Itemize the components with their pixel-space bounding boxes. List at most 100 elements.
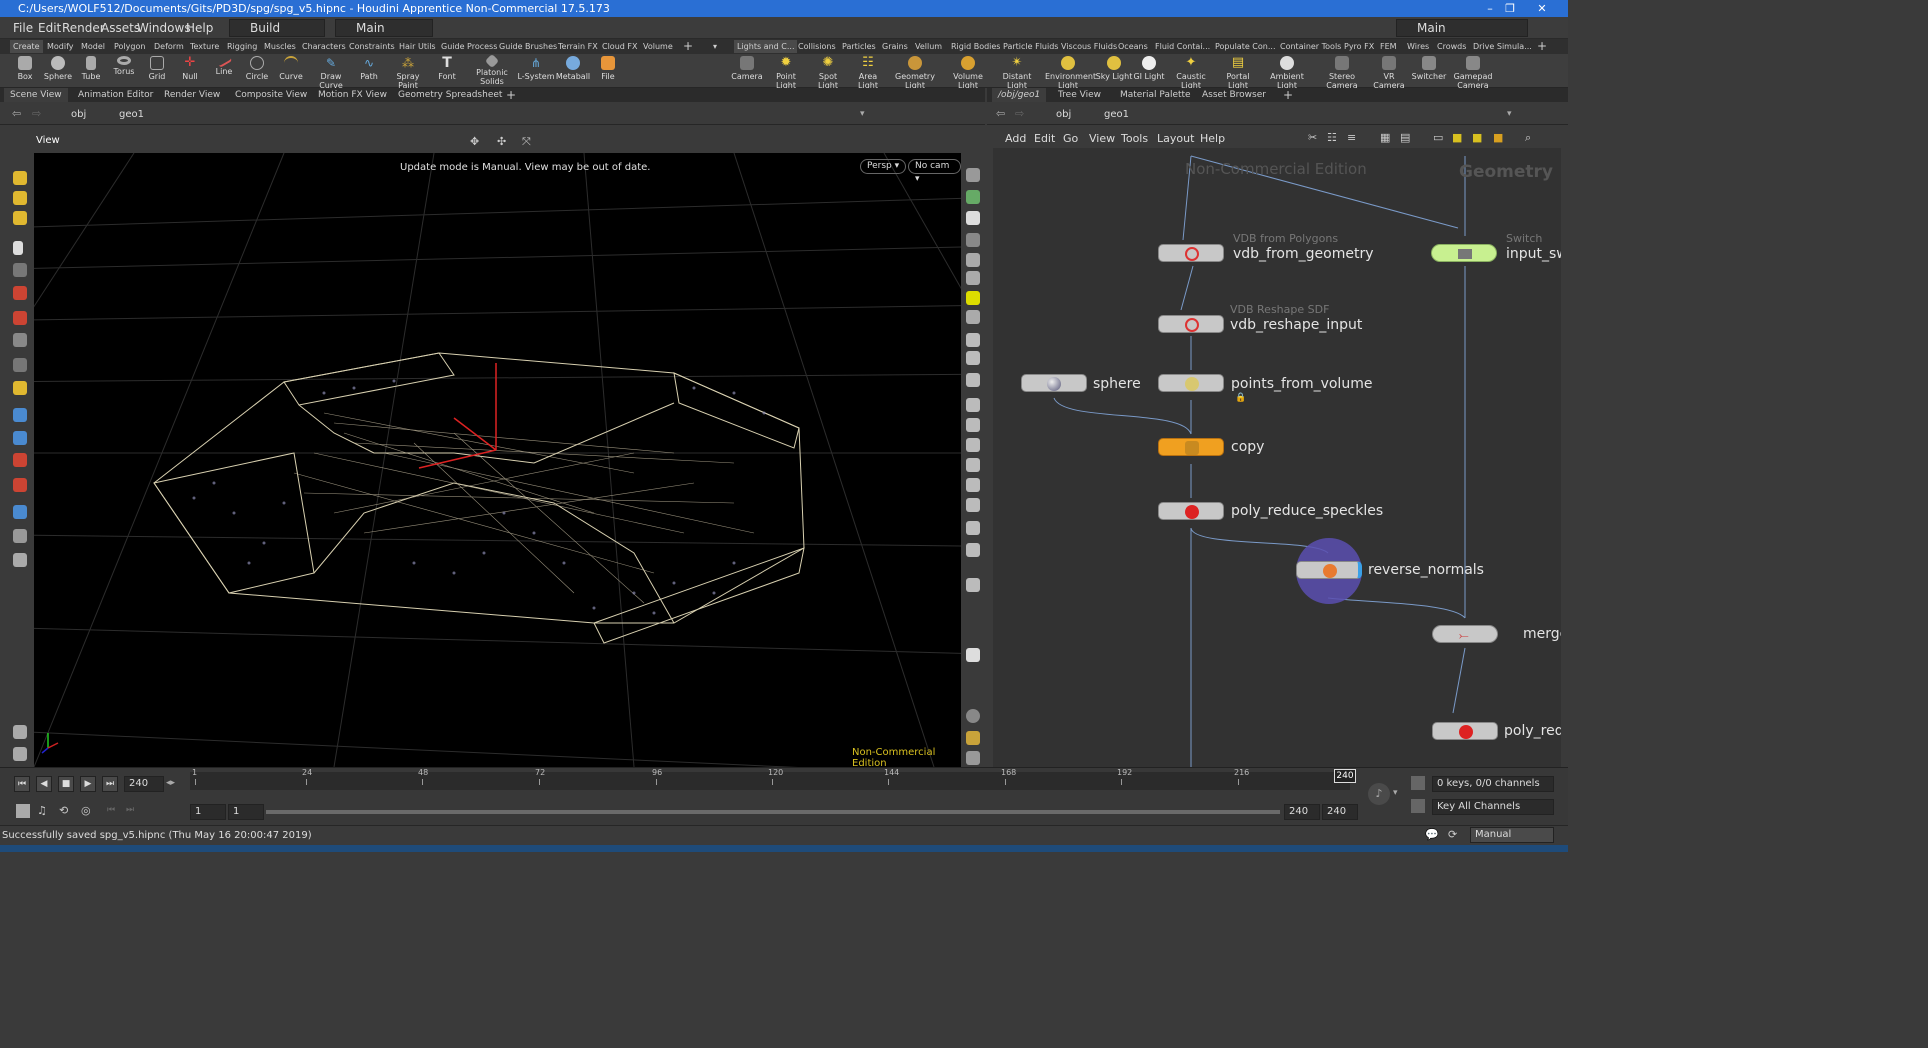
- tool-vr-camera[interactable]: VR Camera: [1369, 56, 1409, 90]
- timeline-playhead[interactable]: 240: [1334, 769, 1356, 783]
- add-shelf-tab-right-icon[interactable]: +: [1534, 40, 1550, 53]
- tree-icon[interactable]: ☷: [1327, 131, 1337, 144]
- pointer-icon[interactable]: [13, 241, 23, 255]
- desktop-right-select[interactable]: Main: [1396, 19, 1528, 37]
- shelf-tab-characters[interactable]: Characters: [299, 40, 349, 53]
- tab-animation-editor[interactable]: Animation Editor: [72, 88, 159, 102]
- breadcrumb-geo1[interactable]: geo1: [103, 107, 144, 122]
- camera-view-icon[interactable]: [13, 505, 27, 519]
- light-icon[interactable]: [966, 291, 980, 305]
- tool-environment-light[interactable]: Environment Light: [1045, 56, 1096, 90]
- viewport-layout-icon[interactable]: [966, 731, 980, 745]
- tool-point-light[interactable]: ✹ Point Light: [766, 56, 806, 91]
- node-reverse-normals[interactable]: [1296, 561, 1362, 579]
- menu-edit[interactable]: Edit: [38, 21, 61, 35]
- tool-path[interactable]: ∿ Path: [349, 56, 389, 86]
- shelf-tab-constraints[interactable]: Constraints: [346, 40, 398, 53]
- normals-icon[interactable]: [966, 398, 980, 412]
- net-menu-go[interactable]: Go: [1063, 132, 1078, 145]
- ghost-icon[interactable]: [966, 190, 980, 204]
- breadcrumb-obj[interactable]: obj: [55, 107, 86, 122]
- tool-switcher[interactable]: Switcher: [1409, 56, 1449, 86]
- jump-end-icon[interactable]: ⏭: [102, 776, 118, 792]
- net-forward-arrow-icon[interactable]: ⇨: [1015, 107, 1024, 120]
- pose-tool-icon[interactable]: [13, 381, 27, 395]
- primitive-normals-icon[interactable]: [966, 418, 980, 432]
- tab-network-obj-geo1[interactable]: /obj/geo1: [992, 88, 1047, 102]
- magnet-icon[interactable]: [13, 453, 27, 467]
- node-vdb-from-geometry[interactable]: [1158, 244, 1224, 262]
- range-start-field[interactable]: 1: [190, 804, 226, 820]
- shelf-tab-collisions[interactable]: Collisions: [795, 40, 839, 53]
- tool-camera[interactable]: Camera: [727, 56, 767, 86]
- shelf-tab-container-tools[interactable]: Container Tools: [1277, 40, 1344, 53]
- shelf-tab-fluid-containers[interactable]: Fluid Contai...: [1152, 40, 1213, 53]
- node-poly-reduce[interactable]: [1432, 722, 1498, 740]
- node-vdb-reshape-input[interactable]: [1158, 315, 1224, 333]
- display-options-icon[interactable]: [966, 168, 980, 182]
- shelf-tab-populate[interactable]: Populate Con...: [1212, 40, 1279, 53]
- shelf-menu-icon[interactable]: ▾: [710, 40, 720, 53]
- keys-channels-field[interactable]: 0 keys, 0/0 channels: [1432, 776, 1554, 792]
- global-settings-icon[interactable]: ◎: [81, 804, 91, 817]
- node-copy[interactable]: [1158, 438, 1224, 456]
- key-all-channels-select[interactable]: Key All Channels: [1432, 799, 1554, 815]
- node-points-from-volume[interactable]: [1158, 374, 1224, 392]
- headlight-icon[interactable]: [966, 310, 980, 324]
- transform-tool-icon[interactable]: [13, 191, 27, 205]
- tool-caustic-light[interactable]: ✦ Caustic Light: [1168, 56, 1214, 91]
- tool-font[interactable]: T Font: [427, 56, 467, 86]
- sculpt-icon[interactable]: [13, 747, 27, 761]
- shelf-tab-hair-utils[interactable]: Hair Utils: [396, 40, 439, 53]
- shelf-tab-rigging[interactable]: Rigging: [224, 40, 260, 53]
- handle-tool-icon[interactable]: [13, 211, 27, 225]
- net-menu-layout[interactable]: Layout: [1157, 132, 1194, 145]
- step-back-icon[interactable]: ◀: [36, 776, 52, 792]
- tab-geometry-spreadsheet[interactable]: Geometry Spreadsheet: [392, 88, 508, 102]
- shelf-tab-particle-fluids[interactable]: Particle Fluids: [1000, 40, 1061, 53]
- lock-camera-icon[interactable]: [966, 211, 980, 225]
- shelf-tab-oceans[interactable]: Oceans: [1115, 40, 1151, 53]
- net-tools-icon[interactable]: ✂: [1308, 131, 1317, 144]
- forward-arrow-icon[interactable]: ⇨: [32, 107, 41, 120]
- tool-volume-light[interactable]: Volume Light: [946, 56, 990, 90]
- audio-menu-icon[interactable]: ▾: [1393, 788, 1398, 798]
- pin-icon[interactable]: [966, 648, 980, 662]
- list-icon[interactable]: ≡: [1347, 131, 1356, 144]
- net-menu-add[interactable]: Add: [1005, 132, 1026, 145]
- close-icon[interactable]: ✕: [1532, 0, 1552, 17]
- wireframe-icon[interactable]: [966, 271, 980, 285]
- grid-view-icon[interactable]: ▦: [1380, 131, 1390, 144]
- tab-motion-fx-view[interactable]: Motion FX View: [312, 88, 393, 102]
- display-icon[interactable]: [13, 529, 27, 543]
- add-shelf-tab-icon[interactable]: +: [680, 40, 696, 53]
- tool-area-light[interactable]: ☷ Area Light: [848, 56, 888, 91]
- shelf-tab-cloud-fx[interactable]: Cloud FX: [599, 40, 640, 53]
- flag-icon[interactable]: ▭: [1433, 131, 1443, 144]
- network-search-icon[interactable]: ⌕: [1525, 131, 1531, 145]
- range-end2-field[interactable]: 240: [1322, 804, 1358, 820]
- node-merge[interactable]: ⤚: [1432, 625, 1498, 643]
- render-region-icon[interactable]: [13, 431, 27, 445]
- menu-windows[interactable]: Windows: [137, 21, 191, 35]
- shelf-tab-muscles[interactable]: Muscles: [261, 40, 299, 53]
- chat-icon[interactable]: 💬: [1425, 828, 1439, 841]
- shelf-tab-volume[interactable]: Volume: [640, 40, 676, 53]
- audio-scrub-icon[interactable]: ♫: [37, 804, 47, 817]
- tab-render-view[interactable]: Render View: [158, 88, 226, 102]
- shelf-tab-model[interactable]: Model: [78, 40, 108, 53]
- lock-icon[interactable]: [13, 263, 27, 277]
- update-mode-select[interactable]: Manual: [1470, 827, 1554, 843]
- next-key-icon[interactable]: ⏭: [126, 805, 134, 815]
- snap-icon[interactable]: [13, 286, 27, 300]
- key-all-icon[interactable]: [1411, 799, 1425, 813]
- tool-metaball[interactable]: Metaball: [553, 56, 593, 86]
- tool-l-system[interactable]: ⋔ L-System: [516, 56, 556, 86]
- select-tool-icon[interactable]: [13, 171, 27, 185]
- shelf-tab-polygon[interactable]: Polygon: [111, 40, 148, 53]
- jump-start-icon[interactable]: ⏮: [14, 776, 30, 792]
- snap-point-icon[interactable]: [13, 358, 27, 372]
- paint-icon[interactable]: [13, 725, 27, 739]
- info-icon[interactable]: [966, 709, 980, 723]
- shelf-tab-deform[interactable]: Deform: [151, 40, 187, 53]
